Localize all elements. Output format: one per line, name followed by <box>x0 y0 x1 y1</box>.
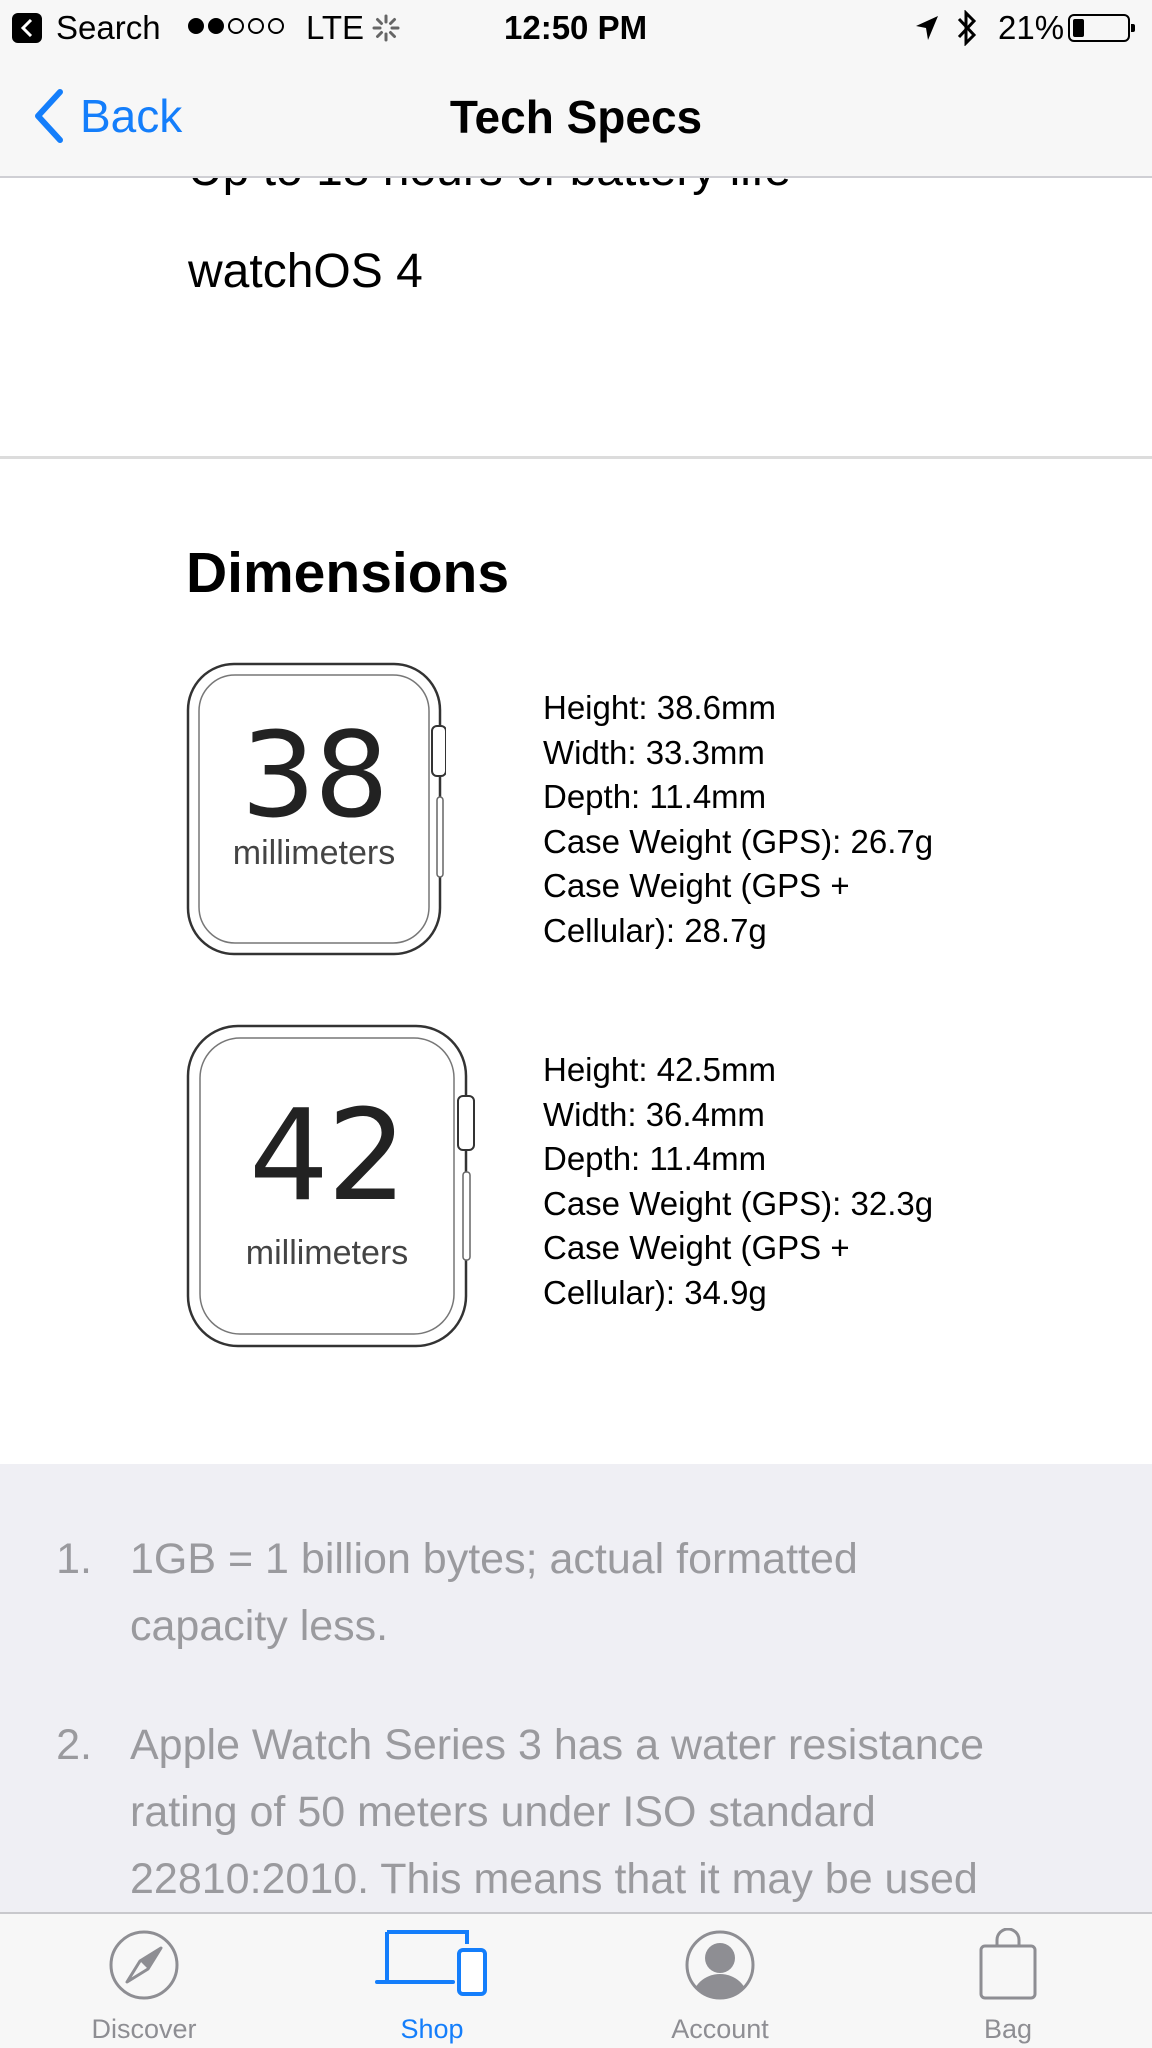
tab-discover[interactable]: Discover <box>24 1914 264 2048</box>
spec-line: Cellular): 28.7g <box>543 911 767 949</box>
watch-38mm-specs: Height: 38.6mm Width: 33.3mm Depth: 11.4… <box>543 686 933 954</box>
watch-42mm-specs: Height: 42.5mm Width: 36.4mm Depth: 11.4… <box>543 1048 933 1316</box>
spec-line: Case Weight (GPS): 26.7g <box>543 822 934 860</box>
spec-line: Case Weight (GPS + <box>543 1229 850 1267</box>
footnote-number: 1. <box>56 1535 92 1583</box>
navigation-bar: Back Tech Specs <box>0 56 1152 178</box>
footnote-line: 1GB = 1 billion bytes; actual formatted <box>130 1535 858 1583</box>
location-arrow-icon <box>916 16 938 40</box>
footnote-number: 2. <box>56 1721 92 1769</box>
bag-icon <box>979 1928 1037 2000</box>
tab-bar: Discover Shop Account Bag <box>0 1912 1152 2048</box>
footnote-item: 2. Apple Watch Series 3 has a water resi… <box>0 1712 1152 1912</box>
dimensions-heading: Dimensions <box>186 541 510 605</box>
watch-42mm-illustration: 42 millimeters <box>186 1024 480 1350</box>
network-type: LTE <box>306 9 365 46</box>
tab-label: Account <box>671 2014 769 2044</box>
footnote-line: Apple Watch Series 3 has a water resista… <box>130 1721 985 1769</box>
tab-label: Shop <box>400 2014 464 2044</box>
tab-bag[interactable]: Bag <box>888 1914 1128 2048</box>
tab-account[interactable]: Account <box>600 1914 840 2048</box>
watch-size-number: 42 <box>248 1082 407 1229</box>
section-divider <box>0 456 1152 459</box>
footnote-text: Apple Watch Series 3 has a water resista… <box>130 1712 1110 1912</box>
spec-line: Depth: 11.4mm <box>543 1140 767 1178</box>
watch-size-unit: millimeters <box>245 1234 409 1272</box>
watch-size-number: 38 <box>240 706 389 844</box>
footnote-line: 22810:2010. This means that it may be us… <box>130 1855 978 1903</box>
page-title: Tech Specs <box>449 91 703 143</box>
footnote-line: capacity less. <box>130 1602 389 1650</box>
devices-icon <box>375 1930 487 1996</box>
clock: 12:50 PM <box>504 9 648 46</box>
battery-percent: 21% <box>998 9 1065 46</box>
person-icon <box>685 1930 755 2000</box>
footnote-item: 1. 1GB = 1 billion bytes; actual formatt… <box>0 1526 1152 1666</box>
compass-icon <box>109 1930 179 2000</box>
battery-life-spec: Up to 18 hours of battery life <box>188 178 791 197</box>
watch-size-unit: millimeters <box>232 834 396 872</box>
watch-38mm-illustration: 38 millimeters <box>186 662 447 958</box>
back-to-app-icon[interactable] <box>12 13 42 43</box>
spec-line: Width: 33.3mm <box>543 733 765 771</box>
os-spec: watchOS 4 <box>188 245 423 298</box>
footnote-line: rating of 50 meters under ISO standard <box>130 1788 876 1836</box>
tab-shop[interactable]: Shop <box>312 1914 552 2048</box>
spec-line: Depth: 11.4mm <box>543 778 767 816</box>
bluetooth-icon <box>957 10 977 46</box>
battery-icon <box>1068 14 1135 42</box>
spec-line: Case Weight (GPS + <box>543 867 850 905</box>
spec-line: Cellular): 34.9g <box>543 1273 767 1311</box>
spec-line: Case Weight (GPS): 32.3g <box>543 1184 934 1222</box>
back-to-app-label[interactable]: Search <box>56 8 161 48</box>
spec-line: Height: 38.6mm <box>543 689 776 726</box>
specs-content: Up to 18 hours of battery life watchOS 4… <box>0 178 1152 1912</box>
footnotes-section: 1. 1GB = 1 billion bytes; actual formatt… <box>0 1464 1152 1912</box>
spec-line: Width: 36.4mm <box>543 1095 765 1133</box>
signal-strength-icon <box>188 18 288 38</box>
spec-line: Height: 42.5mm <box>543 1051 776 1088</box>
tab-label: Bag <box>983 2014 1033 2044</box>
footnote-text: 1GB = 1 billion bytes; actual formatted … <box>130 1526 1110 1660</box>
status-bar: Search LTE 12:50 PM 21% <box>0 0 1152 56</box>
activity-spinner-icon <box>372 14 400 42</box>
tab-label: Discover <box>91 2014 197 2044</box>
